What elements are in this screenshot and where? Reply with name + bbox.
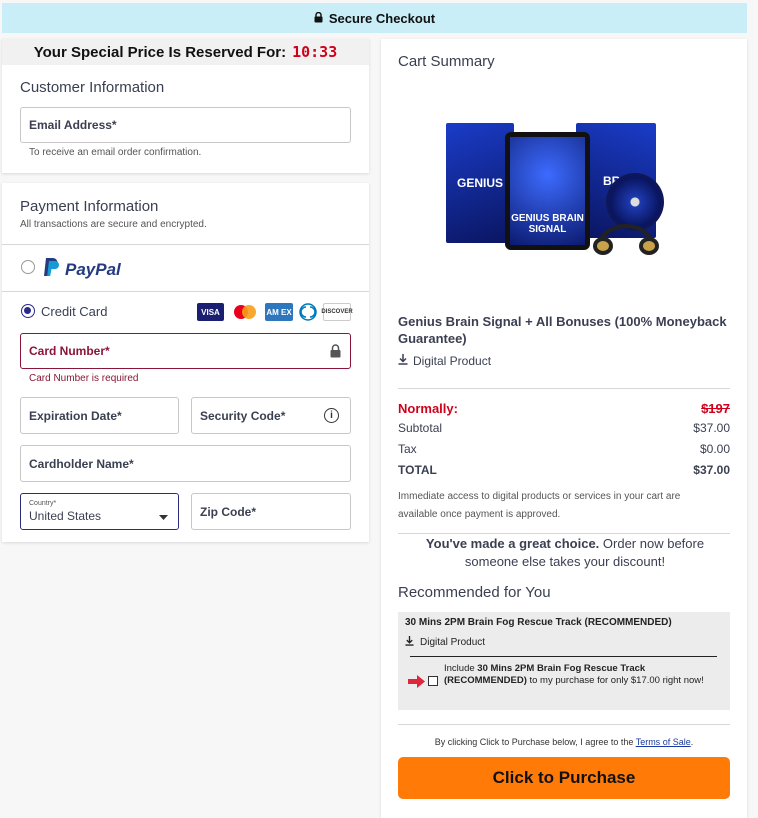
email-help: To receive an email order confirmation.: [29, 147, 202, 158]
timer-value: 10:33: [292, 43, 338, 61]
product-name: Genius Brain Signal + All Bonuses (100% …: [398, 314, 727, 346]
summary-divider-3: [398, 724, 730, 725]
payment-divider-1: [2, 244, 369, 245]
arrow-right-icon: [408, 675, 425, 693]
great-choice-bold: You've made a great choice.: [425, 536, 600, 551]
download-icon: [405, 636, 414, 649]
include-suffix: to my purchase for only $17.00 right now…: [526, 675, 704, 686]
product-image: GENIUS BRA GENIUS BRAIN SIGNAL: [446, 118, 668, 258]
download-icon: [398, 354, 408, 368]
security-code-field[interactable]: Security Code* i: [191, 397, 351, 434]
recommended-item-type: Digital Product: [405, 636, 485, 649]
product-box-left: GENIUS: [446, 123, 514, 243]
recommended-title: Recommended for You: [398, 584, 551, 601]
total-value: $37.00: [693, 463, 730, 477]
expiration-label: Expiration Date*: [29, 408, 122, 423]
include-checkbox[interactable]: [428, 676, 438, 686]
product-type: Digital Product: [398, 354, 491, 368]
paypal-label: PayPal: [65, 259, 121, 279]
include-offer-text: Include 30 Mins 2PM Brain Fog Rescue Tra…: [444, 663, 716, 687]
recommended-item-name: 30 Mins 2PM Brain Fog Rescue Track (RECO…: [405, 617, 672, 628]
recommended-divider: [410, 656, 717, 657]
great-choice-text: You've made a great choice. Order now be…: [410, 535, 720, 571]
cardholder-name-label: Cardholder Name*: [29, 456, 134, 471]
credit-card-label[interactable]: Credit Card: [41, 304, 107, 319]
payment-subtitle: All transactions are secure and encrypte…: [20, 219, 207, 230]
normally-row: Normally: $197: [398, 401, 730, 416]
zip-code-field[interactable]: Zip Code*: [191, 493, 351, 530]
subtotal-value: $37.00: [693, 421, 730, 435]
access-note: Immediate access to digital products or …: [398, 491, 681, 520]
summary-divider-2: [398, 533, 730, 534]
card-number-field[interactable]: Card Number*: [20, 333, 351, 369]
secure-checkout-banner: Secure Checkout: [2, 3, 747, 33]
purchase-button[interactable]: Click to Purchase: [398, 757, 730, 799]
discover-icon: DISCOVER: [321, 303, 353, 321]
tax-row: Tax $0.00: [398, 442, 730, 456]
email-label: Email Address*: [29, 118, 117, 132]
product-tablet-text: GENIUS BRAIN SIGNAL: [511, 213, 584, 235]
amex-icon: AM EX: [265, 303, 293, 321]
credit-card-radio[interactable]: [21, 304, 35, 318]
paypal-logo-icon: [42, 257, 60, 282]
product-tablet: GENIUS BRAIN SIGNAL: [505, 132, 590, 250]
total-row: TOTAL $37.00: [398, 463, 730, 477]
email-field[interactable]: Email Address*: [20, 107, 351, 143]
product-type-label: Digital Product: [413, 354, 492, 368]
lock-icon: [314, 11, 323, 26]
country-small-label: Country*: [29, 500, 57, 507]
visa-icon: VISA: [197, 303, 224, 321]
tax-value: $0.00: [699, 442, 730, 456]
zip-code-label: Zip Code*: [200, 504, 256, 519]
product-box-left-text: GENIUS: [456, 176, 503, 190]
cart-summary-title: Cart Summary: [398, 53, 495, 70]
security-code-label: Security Code*: [200, 408, 286, 423]
normally-label: Normally:: [398, 401, 458, 416]
recommended-box: 30 Mins 2PM Brain Fog Rescue Track (RECO…: [398, 612, 730, 710]
include-prefix: Include: [444, 663, 478, 674]
card-number-error: Card Number is required: [29, 373, 139, 384]
timer-label: Your Special Price Is Reserved For:: [33, 43, 287, 61]
banner-title: Secure Checkout: [328, 10, 436, 26]
terms-text: By clicking Click to Purchase below, I a…: [398, 737, 730, 747]
customer-title: Customer Information: [20, 79, 165, 96]
cardholder-name-field[interactable]: Cardholder Name*: [20, 445, 351, 482]
summary-divider-1: [398, 388, 730, 389]
country-select[interactable]: Country* United States: [20, 493, 179, 530]
paypal-option[interactable]: PayPal: [42, 257, 121, 282]
payment-divider-2: [2, 291, 369, 292]
country-value: United States: [29, 509, 102, 523]
diners-icon: [298, 303, 318, 321]
price-timer: Your Special Price Is Reserved For: 10:3…: [2, 39, 369, 65]
info-icon[interactable]: i: [324, 408, 339, 423]
mastercard-icon: [231, 303, 259, 321]
expiration-field[interactable]: Expiration Date*: [20, 397, 179, 434]
payment-title: Payment Information: [20, 198, 159, 215]
subtotal-row: Subtotal $37.00: [398, 421, 730, 435]
padlock-icon: [330, 344, 341, 361]
normally-value: $197: [701, 401, 730, 416]
tablet-screen: GENIUS BRAIN SIGNAL: [510, 137, 585, 245]
tax-label: Tax: [398, 442, 417, 456]
paypal-radio[interactable]: [21, 260, 35, 274]
terms-link[interactable]: Terms of Sale: [636, 737, 691, 747]
terms-prefix: By clicking Click to Purchase below, I a…: [434, 737, 636, 747]
total-label: TOTAL: [398, 463, 437, 477]
terms-suffix: .: [690, 737, 694, 747]
card-number-label: Card Number*: [29, 344, 110, 358]
subtotal-label: Subtotal: [398, 421, 443, 435]
recommended-item-type-label: Digital Product: [420, 637, 486, 648]
chevron-down-icon: [159, 509, 168, 523]
headphones-icon: [591, 218, 661, 256]
